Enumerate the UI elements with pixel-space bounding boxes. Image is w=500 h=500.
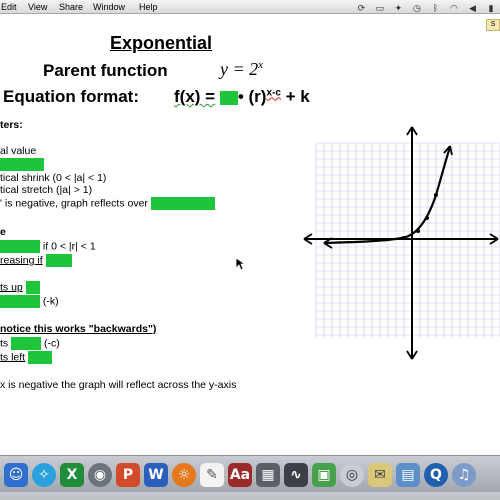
time-machine-icon[interactable]: ◷ bbox=[412, 3, 422, 13]
dock: ☺ ✧ X ◉ P W ☼ ✎ Aa ▦ ∿ ▣ ◎ ✉ ▤ Q ♫ bbox=[0, 455, 500, 500]
highlight-block bbox=[0, 158, 44, 171]
menu-help[interactable]: Help bbox=[139, 0, 158, 14]
note-text: if 0 < |r| < 1 bbox=[42, 240, 96, 253]
highlight-block bbox=[0, 240, 40, 253]
highlight-block bbox=[150, 197, 215, 210]
menu-bar: Edit View Share Window Help ⟳ ▭ ✦ ◷ ᛒ ◠ … bbox=[0, 0, 500, 14]
mouse-cursor bbox=[235, 257, 245, 271]
highlight-block bbox=[45, 254, 72, 267]
parent-function-label: Parent function bbox=[43, 61, 168, 80]
note-text: reasing if bbox=[0, 254, 43, 267]
note-line: tical shrink (0 < |a| < 1) bbox=[0, 172, 107, 184]
note-line bbox=[0, 158, 44, 171]
curve-point bbox=[434, 193, 438, 197]
note-line: x is negative the graph will reflect acr… bbox=[0, 379, 237, 391]
excel-icon[interactable]: X bbox=[60, 463, 84, 487]
note-line: reasing if bbox=[0, 254, 72, 267]
exponential-graph bbox=[303, 126, 500, 360]
dvd-player-icon[interactable]: ◎ bbox=[340, 463, 364, 487]
menu-view[interactable]: View bbox=[28, 0, 47, 14]
preview-icon[interactable]: ✉ bbox=[368, 463, 392, 487]
finder-icon[interactable]: ☺ bbox=[4, 463, 28, 487]
wifi-icon[interactable]: ◠ bbox=[449, 3, 459, 13]
parent-equation: y = 2x bbox=[220, 59, 263, 80]
side-tab[interactable]: S bbox=[486, 19, 500, 31]
formula-middle: • (r) bbox=[237, 87, 267, 106]
parent-equation-base: y = 2 bbox=[220, 59, 259, 79]
quicktime-icon[interactable]: Q bbox=[424, 463, 448, 487]
formula-suffix: + k bbox=[285, 87, 310, 106]
page-title: Exponential bbox=[110, 33, 213, 53]
dock-shelf bbox=[0, 492, 500, 500]
note-line: ters: bbox=[0, 119, 23, 131]
formula-prefix: f(x) = bbox=[174, 87, 216, 106]
note-line: (-k) bbox=[0, 295, 59, 308]
battery-icon[interactable]: ▮ bbox=[486, 3, 496, 13]
highlight-a bbox=[219, 90, 238, 105]
app-icon[interactable]: ▣ bbox=[312, 463, 336, 487]
calculator-icon[interactable]: ▦ bbox=[256, 463, 280, 487]
curve-point bbox=[416, 229, 420, 233]
note-line: al value bbox=[0, 145, 37, 157]
sync-icon[interactable]: ⟳ bbox=[356, 3, 366, 13]
highlight-block bbox=[28, 351, 53, 364]
note-text: ts left bbox=[0, 351, 26, 364]
menu-share[interactable]: Share bbox=[59, 0, 83, 14]
monitor-icon[interactable]: ▭ bbox=[375, 3, 385, 13]
note-text: ts bbox=[0, 337, 9, 350]
note-line: e bbox=[0, 226, 6, 238]
formula-exponent: x-c bbox=[266, 87, 281, 99]
note-line: if 0 < |r| < 1 bbox=[0, 240, 96, 253]
volume-icon[interactable]: ◀ bbox=[467, 3, 477, 13]
highlight-block bbox=[11, 337, 42, 350]
word-icon[interactable]: W bbox=[144, 463, 168, 487]
status-tray: ⟳ ▭ ✦ ◷ ᛒ ◠ ◀ ▮ bbox=[350, 1, 496, 13]
bluetooth-icon[interactable]: ᛒ bbox=[430, 3, 440, 13]
curve-point bbox=[402, 236, 406, 240]
highlight-block bbox=[25, 281, 40, 294]
grid-lines bbox=[315, 142, 500, 338]
photo-booth-icon[interactable]: ▤ bbox=[396, 463, 420, 487]
menu-edit[interactable]: Edit bbox=[1, 0, 17, 14]
safari-icon[interactable]: ✧ bbox=[32, 463, 56, 487]
note-line: ts up bbox=[0, 281, 40, 294]
note-line: tical stretch (|a| > 1) bbox=[0, 184, 93, 196]
webcam-icon[interactable]: ◉ bbox=[88, 463, 112, 487]
parent-equation-exponent: x bbox=[258, 59, 264, 71]
note-text: (-k) bbox=[42, 295, 59, 308]
note-line: ' is negative, graph reflects over bbox=[0, 197, 215, 210]
firefox-icon[interactable]: ☼ bbox=[172, 463, 196, 487]
equation-format-label: Equation format: bbox=[3, 87, 139, 106]
note-text: ts up bbox=[0, 281, 23, 294]
dictionary-icon[interactable]: Aa bbox=[228, 463, 252, 487]
general-formula: f(x) = • (r)x-c + k bbox=[174, 87, 310, 107]
note-text: (-c) bbox=[44, 337, 60, 350]
note-text: ' is negative, graph reflects over bbox=[0, 197, 148, 210]
exponential-curve bbox=[323, 146, 452, 245]
curve-point bbox=[425, 216, 429, 220]
pin-icon[interactable]: ✦ bbox=[393, 3, 403, 13]
itunes-icon[interactable]: ♫ bbox=[452, 463, 476, 487]
menu-window[interactable]: Window bbox=[93, 0, 125, 14]
textedit-icon[interactable]: ✎ bbox=[200, 463, 224, 487]
note-line: ts (-c) bbox=[0, 337, 60, 350]
grapher-icon[interactable]: ∿ bbox=[284, 463, 308, 487]
document-canvas: S Exponential Parent function y = 2x Equ… bbox=[0, 15, 500, 455]
note-line: notice this works "backwards") bbox=[0, 323, 157, 335]
powerpoint-icon[interactable]: P bbox=[116, 463, 140, 487]
note-line: ts left bbox=[0, 351, 53, 364]
highlight-block bbox=[0, 295, 40, 308]
